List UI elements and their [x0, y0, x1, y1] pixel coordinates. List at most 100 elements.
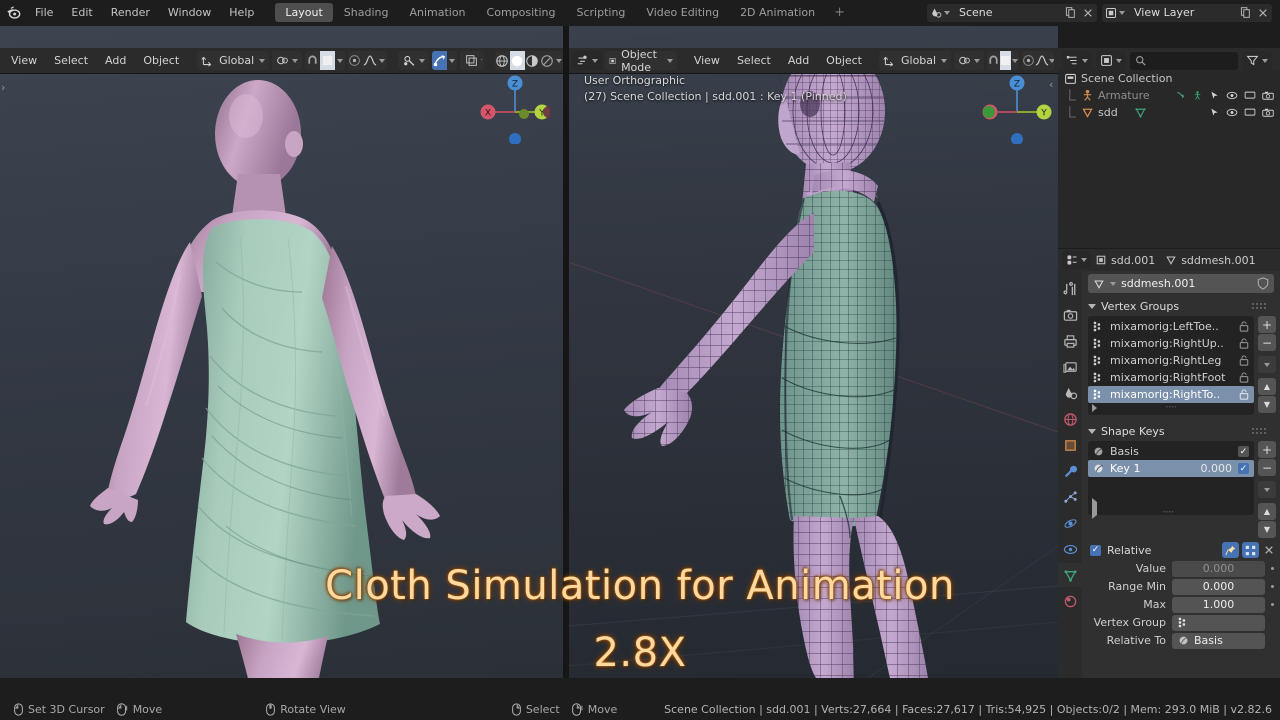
viewport-splitter[interactable]	[563, 26, 569, 678]
properties-tab-physics[interactable]	[1058, 511, 1082, 535]
range-min-field[interactable]: 0.000	[1172, 578, 1265, 595]
unlink-scene-button[interactable]	[1079, 3, 1097, 22]
eye-icon[interactable]	[1226, 90, 1238, 101]
list-expand-icon[interactable]	[1092, 498, 1097, 519]
editor-type-selector-right[interactable]	[572, 51, 602, 70]
range-max-field[interactable]: 1.000	[1172, 596, 1265, 613]
properties-tab-world[interactable]	[1058, 407, 1082, 431]
animate-property-dot[interactable]	[1271, 585, 1274, 588]
properties-tab-particles[interactable]	[1058, 485, 1082, 509]
shading-modes-left[interactable]	[495, 51, 564, 70]
screen-icon[interactable]	[1244, 90, 1256, 101]
shape-key-row-selected[interactable]: Key 1 0.000 ✓	[1088, 460, 1254, 477]
shape-key-mute-checkbox[interactable]: ✓	[1238, 446, 1249, 457]
tab-2d-animation[interactable]: 2D Animation	[730, 3, 825, 22]
properties-editor-type-button[interactable]	[1062, 251, 1091, 269]
camera-icon[interactable]	[1262, 107, 1274, 118]
proportional-edit-icon[interactable]	[348, 51, 363, 70]
viewport-right-menu-add[interactable]: Add	[781, 51, 816, 71]
tab-shading[interactable]: Shading	[334, 3, 399, 22]
menu-file[interactable]: File	[26, 0, 62, 25]
outliner-search-input[interactable]	[1130, 51, 1238, 70]
shape-key-value-field[interactable]: 0.000	[1172, 560, 1265, 577]
new-scene-button[interactable]	[1061, 3, 1079, 22]
remove-view-layer-button[interactable]	[1254, 3, 1272, 22]
shape-key-mute-checkbox[interactable]: ✓	[1238, 463, 1249, 474]
viewport-left-menu-select[interactable]: Select	[47, 51, 95, 71]
shape-keys-list[interactable]: Basis ✓ Key 1 0.000 ✓	[1088, 441, 1254, 519]
relative-checkbox[interactable]: ✓	[1090, 544, 1101, 556]
vertex-group-row[interactable]: mixamorig:RightUp..	[1088, 335, 1254, 352]
breadcrumb-data-name[interactable]: sddmesh.001	[1181, 254, 1255, 267]
proportional-group-left[interactable]	[347, 51, 387, 70]
blender-logo-icon[interactable]	[0, 0, 26, 25]
viewport-left-menu-add[interactable]: Add	[98, 51, 133, 71]
snap-group-left[interactable]	[305, 51, 345, 70]
magnet-icon[interactable]	[305, 51, 320, 70]
vertex-group-field[interactable]	[1172, 614, 1265, 631]
shape-keys-list-footer[interactable]	[1092, 498, 1097, 519]
remove-shape-key-button[interactable]: −	[1258, 459, 1276, 476]
chevron-down-icon[interactable]	[335, 51, 345, 70]
pose-icon[interactable]	[1192, 90, 1203, 101]
move-vertex-group-down-button[interactable]: ▼	[1258, 396, 1276, 413]
list-resize-grip-icon[interactable]	[1162, 511, 1180, 516]
outliner-filter-button[interactable]	[1242, 51, 1272, 70]
smooth-falloff-icon[interactable]	[362, 51, 377, 70]
remove-vertex-group-button[interactable]: −	[1258, 334, 1276, 351]
camera-icon[interactable]	[1262, 90, 1274, 101]
toggle-xray-button-left[interactable]	[461, 51, 481, 70]
tab-video-editing[interactable]: Video Editing	[636, 3, 729, 22]
shading-wireframe-icon[interactable]	[495, 51, 510, 70]
properties-tab-material[interactable]	[1058, 589, 1082, 613]
tab-animation[interactable]: Animation	[399, 3, 475, 22]
new-view-layer-button[interactable]	[1236, 3, 1254, 22]
properties-tab-constraints[interactable]	[1058, 537, 1082, 561]
properties-tab-output[interactable]	[1058, 329, 1082, 353]
shape-key-edit-icon[interactable]	[1242, 542, 1259, 558]
mesh-data-icon[interactable]	[1134, 106, 1147, 119]
menu-window[interactable]: Window	[159, 0, 220, 25]
proportional-group-right[interactable]	[1022, 51, 1054, 70]
shape-key-specials-button[interactable]	[1258, 481, 1276, 498]
smooth-falloff-icon[interactable]	[1035, 51, 1049, 70]
move-shape-key-up-button[interactable]: ▲	[1258, 503, 1276, 520]
view-layer-name-field[interactable]: View Layer	[1128, 3, 1236, 22]
view-layer-icon[interactable]	[1102, 3, 1128, 22]
panel-grip-icon[interactable]	[1252, 302, 1274, 310]
vertex-groups-panel-header[interactable]: Vertex Groups	[1082, 296, 1280, 316]
view-layer-selector[interactable]: View Layer	[1102, 3, 1272, 22]
chevron-down-icon[interactable]	[377, 51, 387, 70]
relative-to-field[interactable]: Basis	[1172, 632, 1265, 649]
vertex-group-row[interactable]: mixamorig:LeftToe..	[1088, 318, 1254, 335]
animate-property-dot[interactable]	[1271, 567, 1274, 570]
mesh-name-field[interactable]: sddmesh.001	[1088, 274, 1274, 293]
panel-grip-icon[interactable]	[1252, 427, 1274, 435]
shape-keys-panel-header[interactable]: Shape Keys	[1082, 421, 1280, 441]
outliner-row-scene-collection[interactable]: Scene Collection	[1058, 70, 1280, 87]
cursor-icon[interactable]	[1209, 90, 1220, 101]
move-vertex-group-up-button[interactable]: ▲	[1258, 378, 1276, 395]
interaction-mode-selector[interactable]: Object Mode	[605, 48, 677, 74]
outliner-row-sdd[interactable]: sdd	[1058, 104, 1280, 121]
fake-user-icon[interactable]	[1257, 277, 1269, 290]
screen-icon[interactable]	[1244, 107, 1256, 118]
shape-key-row[interactable]: Basis ✓	[1088, 443, 1254, 460]
list-resize-grip-icon[interactable]	[1165, 405, 1183, 411]
snap-group-right[interactable]	[987, 51, 1020, 70]
add-shape-key-button[interactable]: +	[1258, 441, 1276, 458]
unlocked-icon[interactable]	[1239, 321, 1249, 332]
viewport-right-menu-select[interactable]: Select	[730, 51, 778, 71]
tab-layout[interactable]: Layout	[275, 3, 333, 22]
list-expand-icon[interactable]	[1092, 404, 1097, 412]
vertex-group-row[interactable]: mixamorig:RightFoot	[1088, 369, 1254, 386]
tab-compositing[interactable]: Compositing	[477, 3, 566, 22]
outliner-editor-type-button[interactable]	[1062, 51, 1092, 70]
menu-edit[interactable]: Edit	[62, 0, 101, 25]
cursor-icon[interactable]	[1209, 107, 1220, 118]
properties-tab-data[interactable]	[1058, 563, 1082, 587]
properties-tab-modifier[interactable]	[1058, 459, 1082, 483]
eye-icon[interactable]	[1226, 107, 1238, 118]
viewport-left-sidebar-toggle[interactable]: ›	[1, 81, 5, 94]
viewport-right-menu-object[interactable]: Object	[819, 51, 869, 71]
